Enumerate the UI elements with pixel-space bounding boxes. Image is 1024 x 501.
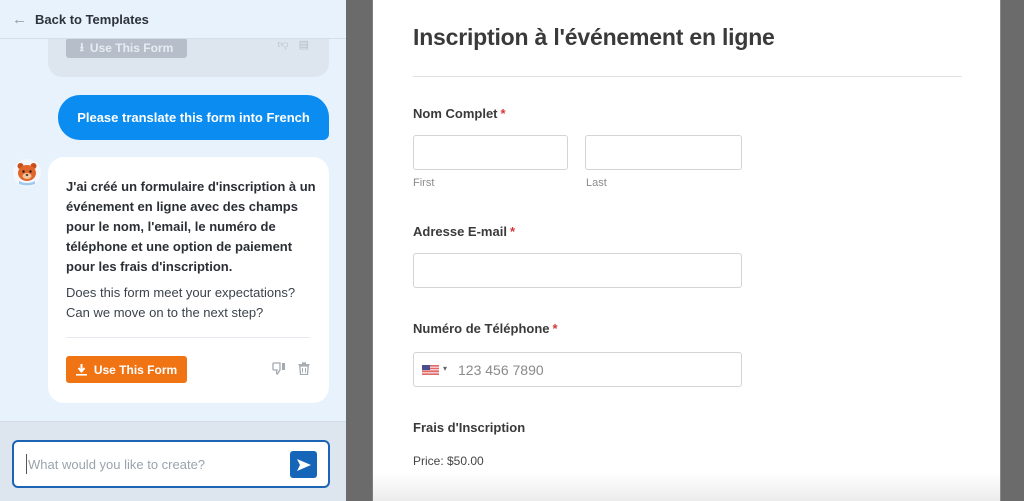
title-divider [413,76,962,77]
email-label-text: Adresse E-mail [413,224,507,239]
fee-label-text: Frais d'Inscription [413,420,526,435]
assistant-message-text: J'ai créé un formulaire d'inscription à … [66,179,316,274]
phone-field-label: Numéro de Téléphone * [413,321,558,336]
chat-panel: ⭳ Use This Form 👎︎ ▤ ← Back to Templates… [0,0,346,501]
previous-use-this-form-button[interactable]: ⭳ Use This Form [66,38,187,58]
trash-icon[interactable] [298,362,310,375]
price-text: Price: $50.00 [413,454,484,468]
first-name-input[interactable] [413,135,568,170]
user-message-text: Please translate this form into French [77,110,310,125]
trash-icon[interactable]: ▤ [299,38,309,51]
arrow-left-icon[interactable]: ← [12,12,27,27]
phone-field: ▾ [413,352,742,387]
send-icon [296,458,311,471]
chat-input-container [12,440,330,488]
email-field-label: Adresse E-mail * [413,224,515,239]
chat-prompt-input[interactable] [26,454,276,474]
download-icon [75,363,87,376]
chat-header: ← Back to Templates [0,0,346,39]
form-preview: Inscription à l'événement en ligne Nom C… [373,0,1000,501]
assistant-question-text: Does this form meet your expectations? C… [66,285,296,320]
phone-label-text: Numéro de Téléphone [413,321,550,336]
fee-field-label: Frais d'Inscription [413,420,525,435]
phone-input[interactable] [458,353,738,386]
country-dropdown-caret-icon[interactable]: ▾ [443,364,447,373]
thumbs-down-icon[interactable] [272,362,286,375]
scroll-fade [373,473,1000,501]
right-gutter [1000,0,1024,501]
bear-icon [17,163,37,186]
download-icon: ⭳ [79,39,84,54]
required-asterisk: * [500,106,506,121]
back-to-templates-link[interactable]: Back to Templates [35,12,149,27]
assistant-message-card: J'ai créé un formulaire d'inscription à … [48,157,329,403]
card-divider [66,337,310,338]
chat-footer [0,421,346,501]
name-label-text: Nom Complet [413,106,498,121]
last-name-sublabel: Last [586,177,607,189]
required-asterisk: * [552,321,558,336]
panel-resize-divider[interactable] [346,0,373,501]
form-title: Inscription à l'événement en ligne [413,24,775,50]
name-field-label: Nom Complet * [413,106,506,121]
last-name-input[interactable] [585,135,742,170]
user-message-bubble: Please translate this form into French [58,95,329,140]
email-input[interactable] [413,253,742,288]
bear-mascot-avatar [13,159,41,187]
required-asterisk: * [509,224,515,239]
us-flag-icon[interactable] [422,365,439,375]
use-this-form-button[interactable]: Use This Form [66,356,187,383]
thumbs-down-icon[interactable]: 👎︎ [277,38,288,51]
send-button[interactable] [290,451,317,478]
previous-use-this-form-label: Use This Form [89,41,174,55]
first-name-sublabel: First [413,177,435,189]
use-this-form-label: Use This Form [93,362,178,377]
